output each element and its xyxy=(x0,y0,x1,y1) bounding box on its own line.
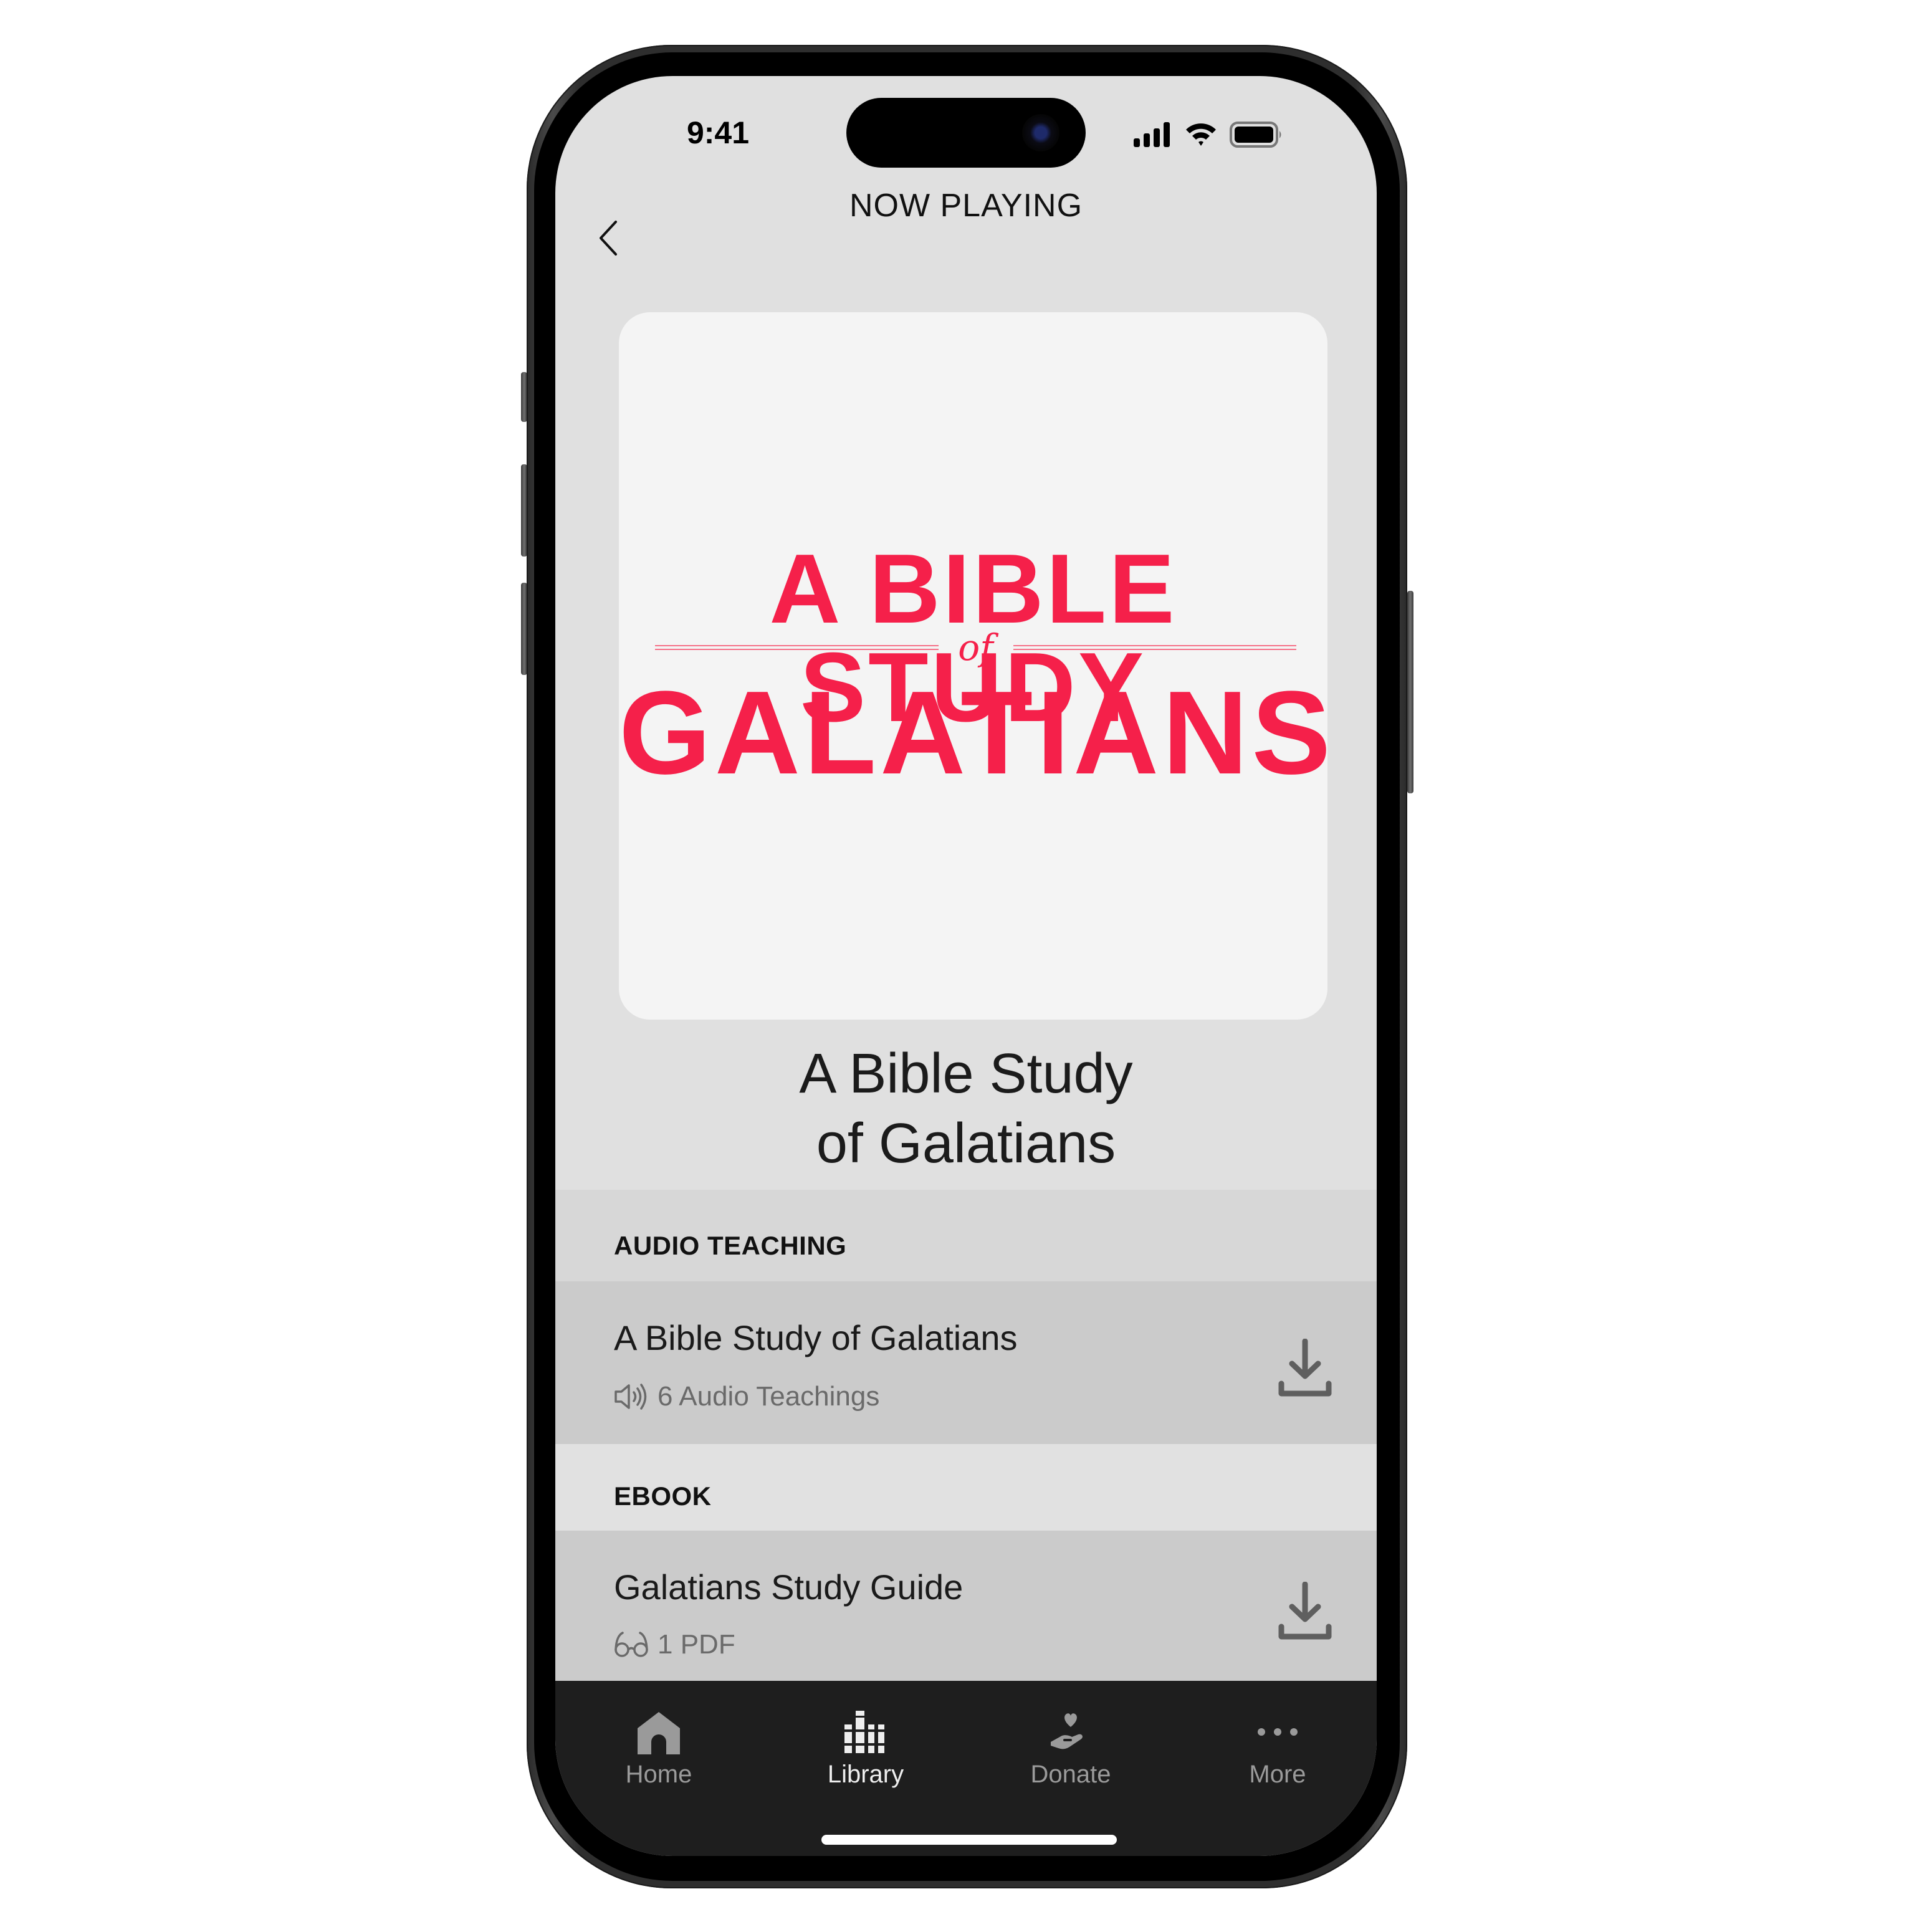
speaker-icon xyxy=(615,1384,647,1410)
section-label: AUDIO TEACHING xyxy=(614,1231,847,1260)
front-camera-icon xyxy=(1022,114,1059,151)
section-header-ebook: EBOOK xyxy=(555,1444,1377,1531)
home-indicator[interactable] xyxy=(821,1835,1117,1845)
cellular-signal-icon xyxy=(1134,122,1170,147)
download-icon xyxy=(1278,1581,1332,1640)
battery-icon xyxy=(1230,122,1281,148)
library-icon xyxy=(843,1711,888,1753)
item-meta-text: 6 Audio Teachings xyxy=(658,1381,880,1412)
chevron-left-icon xyxy=(600,221,617,256)
tab-label: Library xyxy=(827,1761,904,1788)
home-icon xyxy=(638,1712,680,1754)
tab-more[interactable]: More xyxy=(1203,1706,1352,1805)
artwork-connector: of xyxy=(958,626,993,669)
item-meta: 1 PDF xyxy=(614,1629,735,1660)
series-title-line2: of Galatians xyxy=(816,1112,1116,1175)
series-title-line1: A Bible Study xyxy=(799,1043,1133,1105)
more-icon xyxy=(1258,1728,1298,1736)
status-icons xyxy=(1134,120,1283,150)
section-header-audio: AUDIO TEACHING xyxy=(555,1190,1377,1281)
wifi-icon xyxy=(1186,123,1216,146)
status-time: 9:41 xyxy=(686,115,750,150)
tab-label: More xyxy=(1249,1761,1306,1788)
app-screen: 9:41 NOW PLAYING A BIBLE STUDY of GALATI… xyxy=(555,76,1377,1856)
download-button[interactable] xyxy=(1277,1581,1333,1644)
tab-home[interactable]: Home xyxy=(584,1706,734,1805)
artwork-title-line2: GALATIANS xyxy=(619,667,1327,799)
glasses-icon xyxy=(615,1632,648,1657)
item-meta-text: 1 PDF xyxy=(658,1629,735,1660)
download-button[interactable] xyxy=(1277,1338,1333,1401)
item-meta: 6 Audio Teachings xyxy=(614,1381,879,1412)
tab-bar: Home Library Donate More xyxy=(555,1681,1377,1856)
list-item-audio[interactable]: A Bible Study of Galatians 6 Audio Teach… xyxy=(555,1281,1377,1444)
artwork-rule-left xyxy=(655,645,939,650)
album-artwork: A BIBLE STUDY of GALATIANS xyxy=(619,312,1327,1020)
download-icon xyxy=(1278,1338,1332,1397)
tab-library[interactable]: Library xyxy=(791,1706,940,1805)
page-title: NOW PLAYING xyxy=(849,188,1083,224)
series-title: A Bible Study of Galatians xyxy=(555,1039,1377,1179)
tab-label: Donate xyxy=(1030,1761,1111,1788)
tab-donate[interactable]: Donate xyxy=(996,1706,1145,1805)
list-item-ebook[interactable]: Galatians Study Guide 1 PDF xyxy=(555,1531,1377,1681)
item-title: Galatians Study Guide xyxy=(614,1567,964,1607)
tab-label: Home xyxy=(625,1761,692,1788)
item-title: A Bible Study of Galatians xyxy=(614,1318,1018,1357)
artwork-rule-right xyxy=(1013,645,1296,650)
dynamic-island xyxy=(846,98,1086,168)
power-button xyxy=(1407,591,1413,793)
section-label: EBOOK xyxy=(614,1481,712,1511)
artwork-connector-row: of xyxy=(655,626,1296,669)
donate-icon xyxy=(1051,1713,1083,1749)
